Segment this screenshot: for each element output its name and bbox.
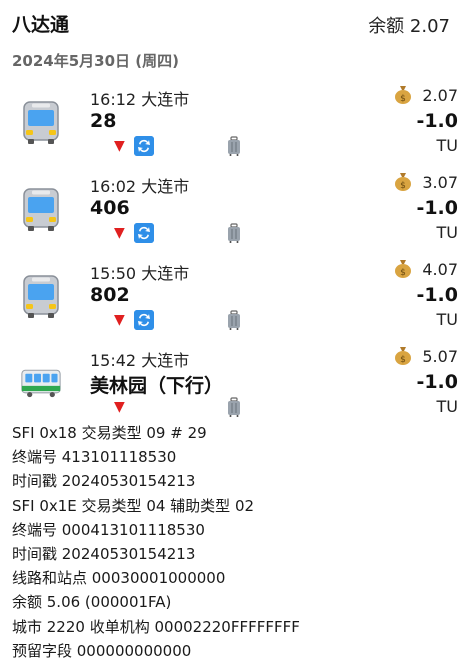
- raw-record-line: SFI 0x1E 交易类型 04 辅助类型 02: [12, 496, 255, 515]
- down-triangle-icon: ▼: [114, 312, 125, 328]
- transaction-route: 406: [90, 197, 130, 219]
- transaction-item[interactable]: 15:50 大连市 802 ▼ $ 4.07 -1.0 TU: [0, 254, 466, 340]
- transaction-amount: -1.0: [416, 371, 458, 393]
- app-header: 八达通 余额 2.07: [12, 8, 456, 38]
- svg-text:$: $: [400, 94, 406, 104]
- raw-record-line: 终端号 000413101118530: [12, 520, 205, 539]
- card-balance: 余额 2.07: [368, 16, 450, 37]
- down-triangle-icon: ▼: [114, 399, 125, 415]
- transaction-route: 28: [90, 110, 117, 132]
- transaction-time-city: 16:02 大连市: [90, 177, 190, 196]
- raw-record-line: 城市 2220 收单机构 00002220FFFFFFFF: [12, 617, 300, 636]
- transaction-amount: -1.0: [416, 110, 458, 132]
- currency-unit: TU: [436, 397, 458, 416]
- transaction-flags: ▼: [114, 397, 254, 417]
- raw-record-line: 线路和站点 00030001000000: [12, 569, 226, 588]
- raw-record-line: 终端号 413101118530: [12, 448, 177, 467]
- balance-after: 3.07: [422, 173, 458, 192]
- svg-text:$: $: [400, 268, 406, 278]
- balance-after: 4.07: [422, 260, 458, 279]
- luggage-icon: [228, 223, 240, 243]
- bus-icon: [23, 101, 59, 144]
- transaction-time-city: 15:50 大连市: [90, 264, 190, 283]
- currency-unit: TU: [436, 310, 458, 329]
- luggage-icon: [228, 310, 240, 330]
- transfer-icon: [134, 136, 154, 156]
- luggage-icon: [228, 136, 240, 156]
- money-bag-icon: $: [395, 173, 411, 191]
- transaction-time-city: 15:42 大连市: [90, 351, 190, 370]
- raw-record-line: 余额 5.06 (000001FA): [12, 593, 172, 612]
- luggage-icon: [228, 397, 240, 417]
- transaction-item[interactable]: 16:12 大连市 28 ▼ $ 2.07 -1.0 TU: [0, 80, 466, 166]
- transaction-route: 802: [90, 284, 130, 306]
- transfer-icon: [134, 310, 154, 330]
- currency-unit: TU: [436, 136, 458, 155]
- date-heading: 2024年5月30日 (周四): [12, 52, 179, 70]
- transaction-flags: ▼: [114, 310, 254, 330]
- bus-icon: [23, 188, 59, 231]
- bus-icon: [23, 275, 59, 318]
- transaction-amount: -1.0: [416, 197, 458, 219]
- money-bag-icon: $: [395, 260, 411, 278]
- transaction-flags: ▼: [114, 136, 254, 156]
- raw-record-details: SFI 0x18 交易类型 09 # 29 终端号 413101118530 时…: [12, 421, 300, 662]
- raw-record-line: SFI 0x18 交易类型 09 # 29: [12, 424, 207, 442]
- money-bag-icon: $: [395, 347, 411, 365]
- tram-icon: [21, 369, 61, 398]
- transaction-item[interactable]: 15:42 大连市 美林园（下行） ▼ $ 5.07 -1.0 TU: [0, 341, 466, 427]
- transfer-icon: [134, 223, 154, 243]
- svg-text:$: $: [400, 355, 406, 365]
- money-bag-icon: $: [395, 86, 411, 104]
- transaction-amount: -1.0: [416, 284, 458, 306]
- transaction-flags: ▼: [114, 223, 254, 243]
- transaction-route: 美林园（下行）: [90, 375, 224, 397]
- raw-record-line: 预留字段 000000000000: [12, 641, 192, 660]
- transaction-time-city: 16:12 大连市: [90, 90, 190, 109]
- currency-unit: TU: [436, 223, 458, 242]
- raw-record-line: 时间戳 20240530154213: [12, 544, 196, 563]
- down-triangle-icon: ▼: [114, 138, 125, 154]
- balance-after: 2.07: [422, 86, 458, 105]
- transaction-item[interactable]: 16:02 大连市 406 ▼ $ 3.07 -1.0 TU: [0, 167, 466, 253]
- down-triangle-icon: ▼: [114, 225, 125, 241]
- balance-after: 5.07: [422, 347, 458, 366]
- app-title: 八达通: [12, 14, 70, 36]
- svg-text:$: $: [400, 181, 406, 191]
- raw-record-line: 时间戳 20240530154213: [12, 472, 196, 491]
